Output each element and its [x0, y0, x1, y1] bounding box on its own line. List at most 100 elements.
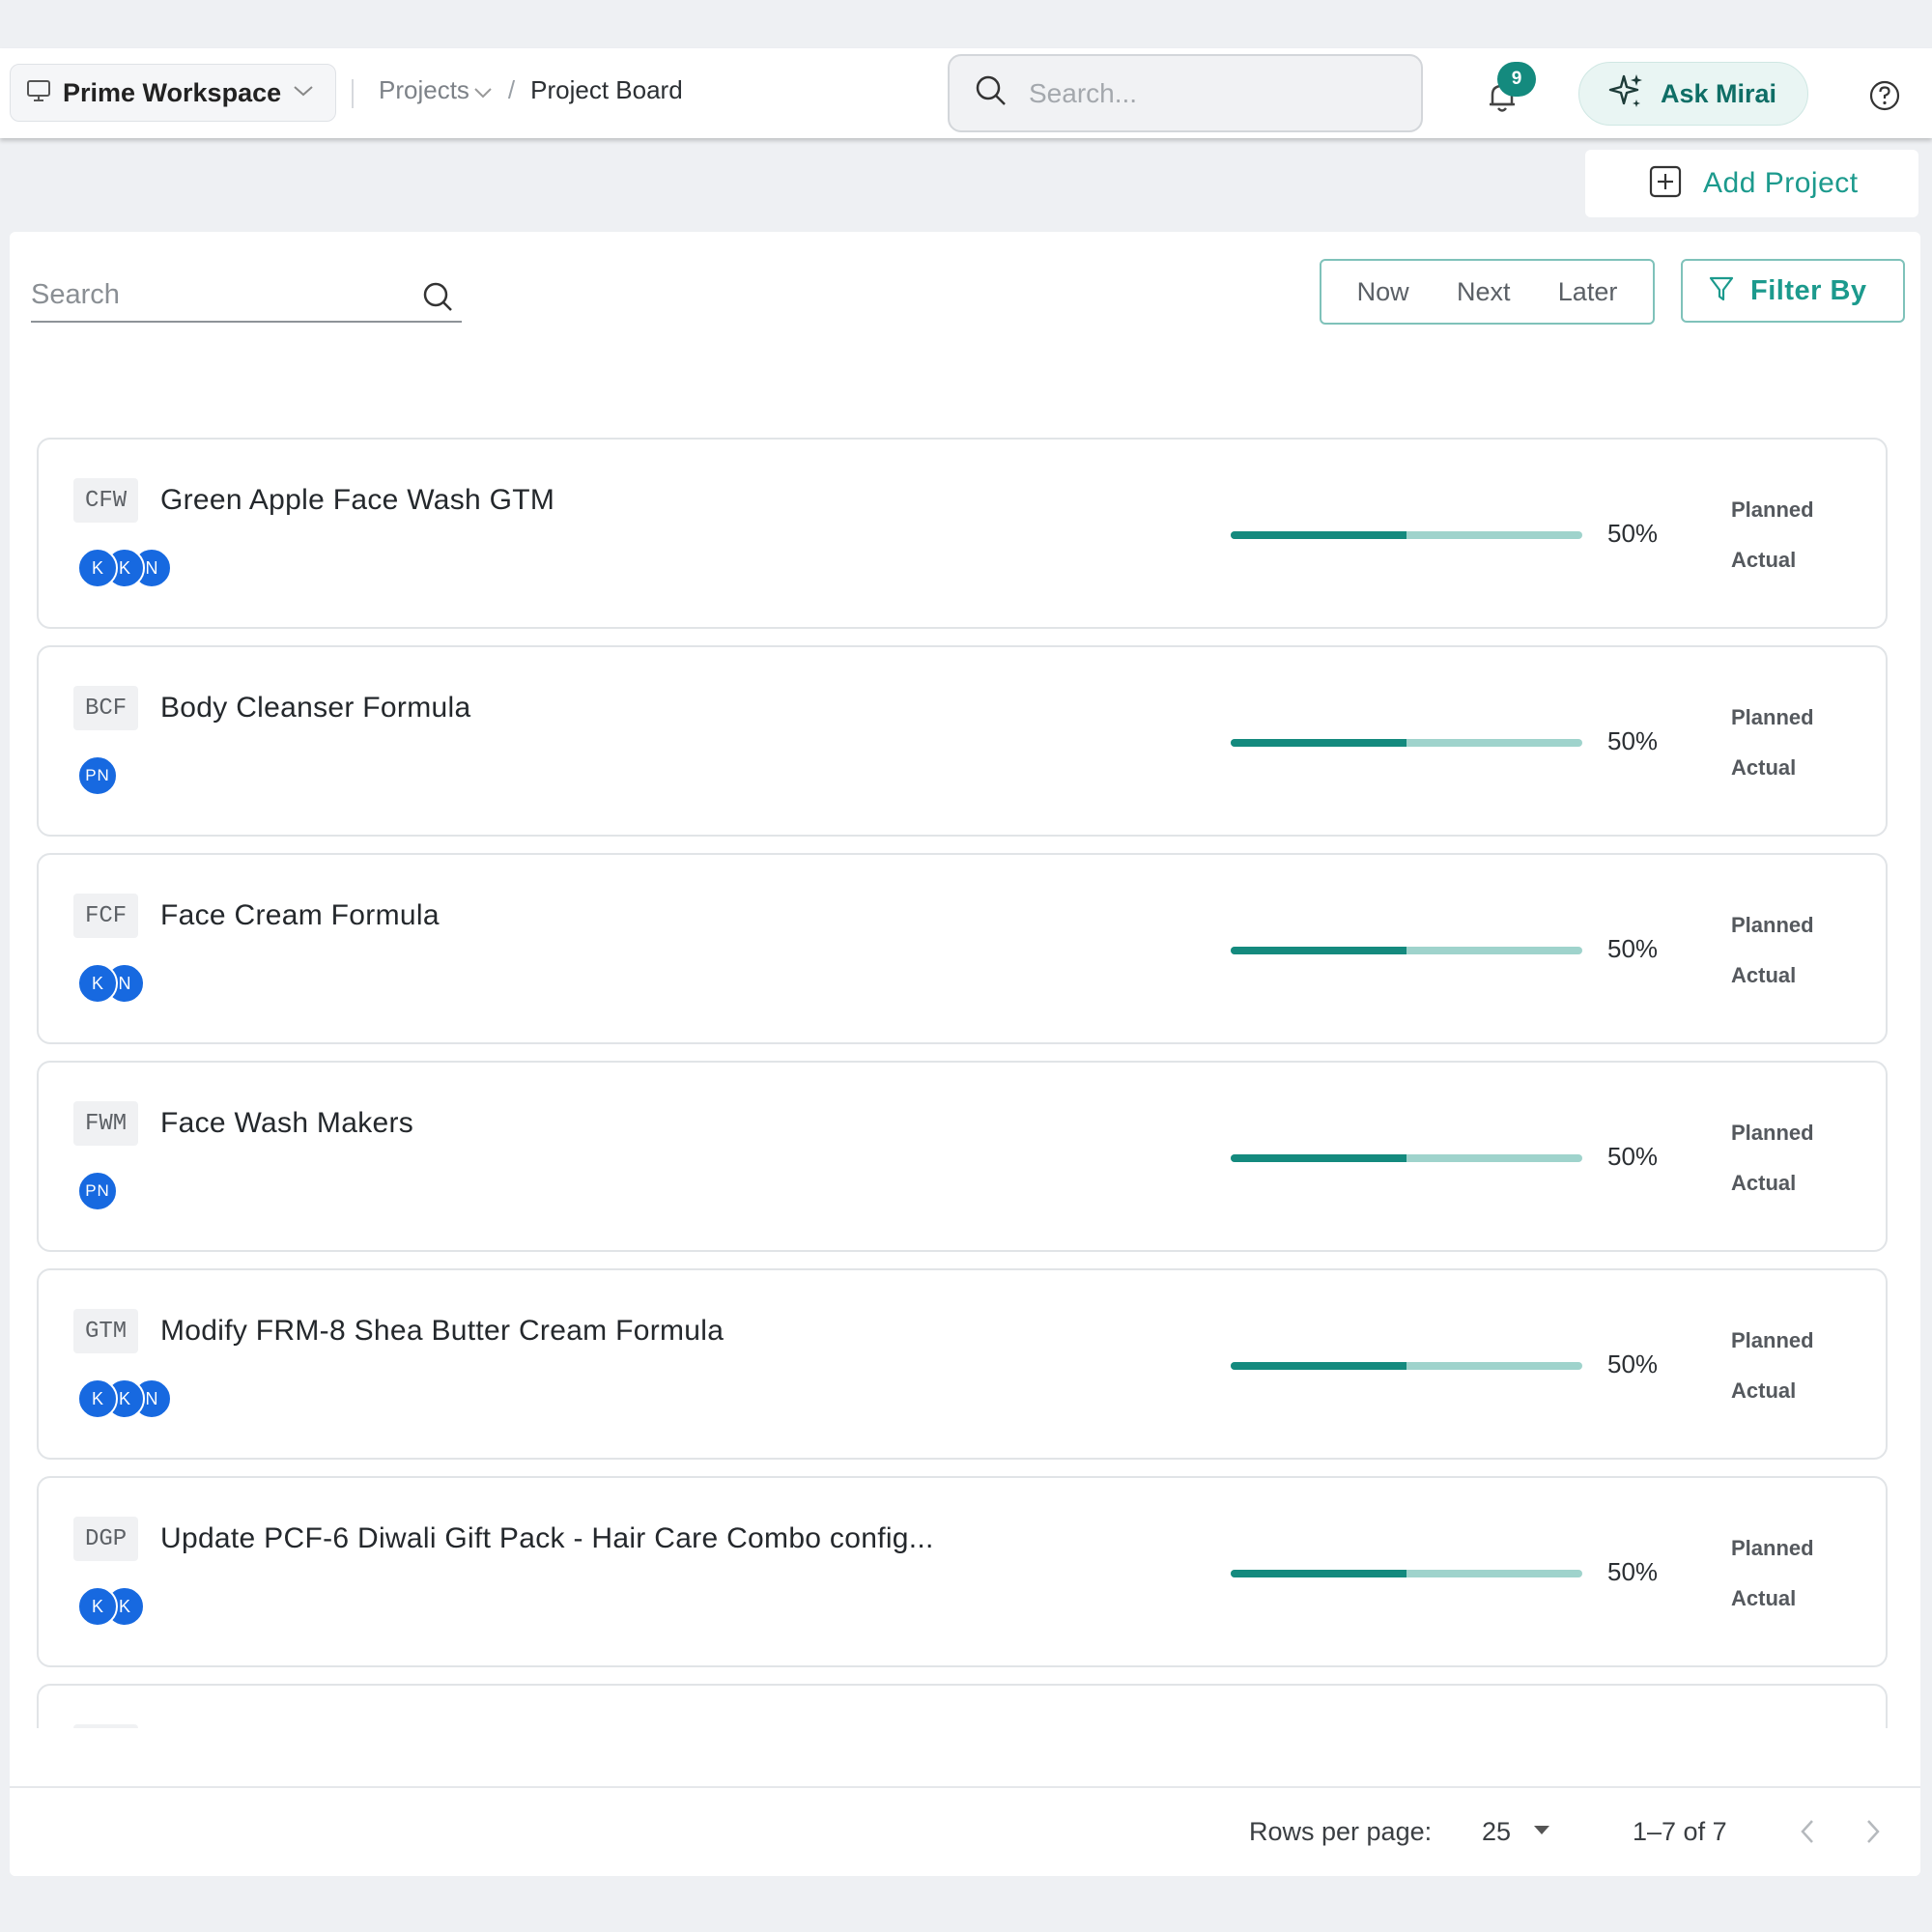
project-search-input[interactable] [31, 276, 398, 313]
avatar[interactable]: K [77, 963, 118, 1004]
progress-percent: 50% [1607, 1557, 1659, 1586]
assignee-avatars: PN [77, 1171, 118, 1213]
progress-percent: 50% [1607, 1142, 1659, 1171]
project-card[interactable]: FWM Face Wash Makers PN 50% Planned Actual [37, 1061, 1888, 1252]
progress-percent: 50% [1607, 519, 1659, 548]
progress-bar-fill [1231, 739, 1406, 747]
workspace-name: Prime Workspace [63, 77, 282, 107]
rows-per-page-label: Rows per page: [1249, 1817, 1433, 1846]
pagination: Rows per page: 25 1–7 of 7 [10, 1786, 1920, 1876]
segment-next[interactable]: Next [1457, 277, 1511, 307]
search-icon[interactable] [421, 280, 454, 318]
progress-bar [1231, 947, 1582, 954]
project-code: FCF [73, 894, 139, 938]
project-card[interactable]: DGP Update PCF-6 Diwali Gift Pack - Hair … [37, 1476, 1888, 1667]
workspace-switcher[interactable]: Prime Workspace [10, 64, 336, 122]
project-board-panel: Now Next Later Filter By CFW Green Apple … [10, 232, 1920, 1876]
add-project-label: Add Project [1703, 167, 1859, 199]
planned-label: Planned [1731, 1536, 1814, 1560]
progress-bar-fill [1231, 947, 1406, 954]
rows-per-page-select[interactable]: 25 [1482, 1817, 1511, 1847]
avatar[interactable]: PN [77, 1171, 118, 1211]
chevron-down-icon [473, 75, 493, 105]
breadcrumb-separator: / [507, 75, 516, 104]
progress-percent: 50% [1607, 726, 1659, 755]
filter-by-button[interactable]: Filter By [1681, 259, 1905, 323]
actual-label: Actual [1731, 1378, 1797, 1403]
assignee-avatars: KK [77, 1586, 145, 1629]
progress-bar [1231, 739, 1582, 747]
project-card[interactable]: VTMGTM- Vitamin-C SunscreenK50%PlannedAc… [37, 1684, 1888, 1728]
project-code: CFW [73, 478, 139, 523]
planned-label: Planned [1731, 705, 1814, 729]
assignee-avatars: PN [77, 755, 118, 798]
chevron-down-icon [293, 84, 314, 102]
actual-label: Actual [1731, 755, 1797, 780]
planned-label: Planned [1731, 1121, 1814, 1145]
project-search [31, 272, 462, 323]
project-name[interactable]: Green Apple Face Wash GTM [160, 484, 554, 517]
global-search-input[interactable] [1029, 77, 1377, 109]
project-name[interactable]: Face Wash Makers [160, 1107, 413, 1140]
project-name[interactable]: Modify FRM-8 Shea Butter Cream Formula [160, 1315, 724, 1348]
chevron-right-icon[interactable] [1862, 1817, 1884, 1851]
sparkle-icon [1605, 71, 1647, 118]
actual-label: Actual [1731, 963, 1797, 987]
actual-label: Actual [1731, 548, 1797, 572]
project-code: VTM [73, 1724, 139, 1728]
progress-bar-fill [1231, 1362, 1406, 1370]
progress-bar [1231, 1154, 1582, 1162]
assignee-avatars: KKN [77, 548, 172, 590]
caret-down-icon[interactable] [1532, 1823, 1551, 1840]
progress-bar-fill [1231, 531, 1406, 539]
avatar[interactable]: K [77, 1378, 118, 1419]
search-icon [975, 74, 1008, 112]
planned-label: Planned [1731, 497, 1814, 522]
progress-bar [1231, 1570, 1582, 1577]
avatar[interactable]: K [77, 1586, 118, 1627]
add-project-button[interactable]: Add Project [1585, 150, 1918, 217]
project-name[interactable]: Update PCF-6 Diwali Gift Pack - Hair Car… [160, 1522, 934, 1555]
ask-mirai-button[interactable]: Ask Mirai [1578, 62, 1808, 126]
project-code: FWM [73, 1101, 139, 1146]
breadcrumb: Projects / Project Board [379, 75, 683, 105]
timeframe-segment: Now Next Later [1320, 259, 1655, 325]
project-card[interactable]: FCF Face Cream Formula K N 50% Planned Actual [37, 853, 1888, 1044]
project-card[interactable]: CFW Green Apple Face Wash GTM K K N 50% Planne… [37, 438, 1888, 629]
segment-now[interactable]: Now [1357, 277, 1409, 307]
progress-percent: 50% [1607, 1350, 1659, 1378]
breadcrumb-projects[interactable]: Projects [379, 75, 493, 105]
page-range: 1–7 of 7 [1633, 1817, 1727, 1846]
breadcrumb-current: Project Board [530, 75, 683, 104]
project-list: CFW Green Apple Face Wash GTM K K N 50% Planne… [37, 438, 1899, 1728]
progress-bar-fill [1231, 1154, 1406, 1162]
progress-bar [1231, 531, 1582, 539]
project-card[interactable]: GTM Modify FRM-8 Shea Butter Cream Formul… [37, 1268, 1888, 1460]
chevron-left-icon[interactable] [1797, 1817, 1818, 1851]
avatar[interactable]: PN [77, 755, 118, 796]
planned-label: Planned [1731, 913, 1814, 937]
progress-bar-fill [1231, 1570, 1406, 1577]
ask-mirai-label: Ask Mirai [1661, 78, 1777, 108]
assignee-avatars: KN [77, 963, 145, 1006]
filter-by-label: Filter By [1750, 274, 1867, 306]
project-card[interactable]: BCF Body Cleanser Formula PN 50% Planned Actu… [37, 645, 1888, 837]
progress-percent: 50% [1607, 934, 1659, 963]
project-name[interactable]: Body Cleanser Formula [160, 692, 470, 724]
actual-label: Actual [1731, 1586, 1797, 1610]
global-search [948, 54, 1423, 132]
breadcrumb-projects-label: Projects [379, 75, 469, 104]
notification-badge: 9 [1497, 62, 1536, 97]
assignee-avatars: KKN [77, 1378, 172, 1421]
top-bar: Prime Workspace Projects / Project Board… [0, 48, 1932, 138]
filter-icon [1708, 274, 1735, 308]
planned-label: Planned [1731, 1328, 1814, 1352]
project-code: DGP [73, 1517, 139, 1561]
progress-bar [1231, 1362, 1582, 1370]
avatar[interactable]: K [77, 548, 118, 588]
project-name[interactable]: Face Cream Formula [160, 899, 440, 932]
help-icon[interactable] [1868, 79, 1901, 112]
segment-later[interactable]: Later [1558, 277, 1618, 307]
divider [352, 79, 354, 108]
monitor-icon [26, 79, 51, 107]
